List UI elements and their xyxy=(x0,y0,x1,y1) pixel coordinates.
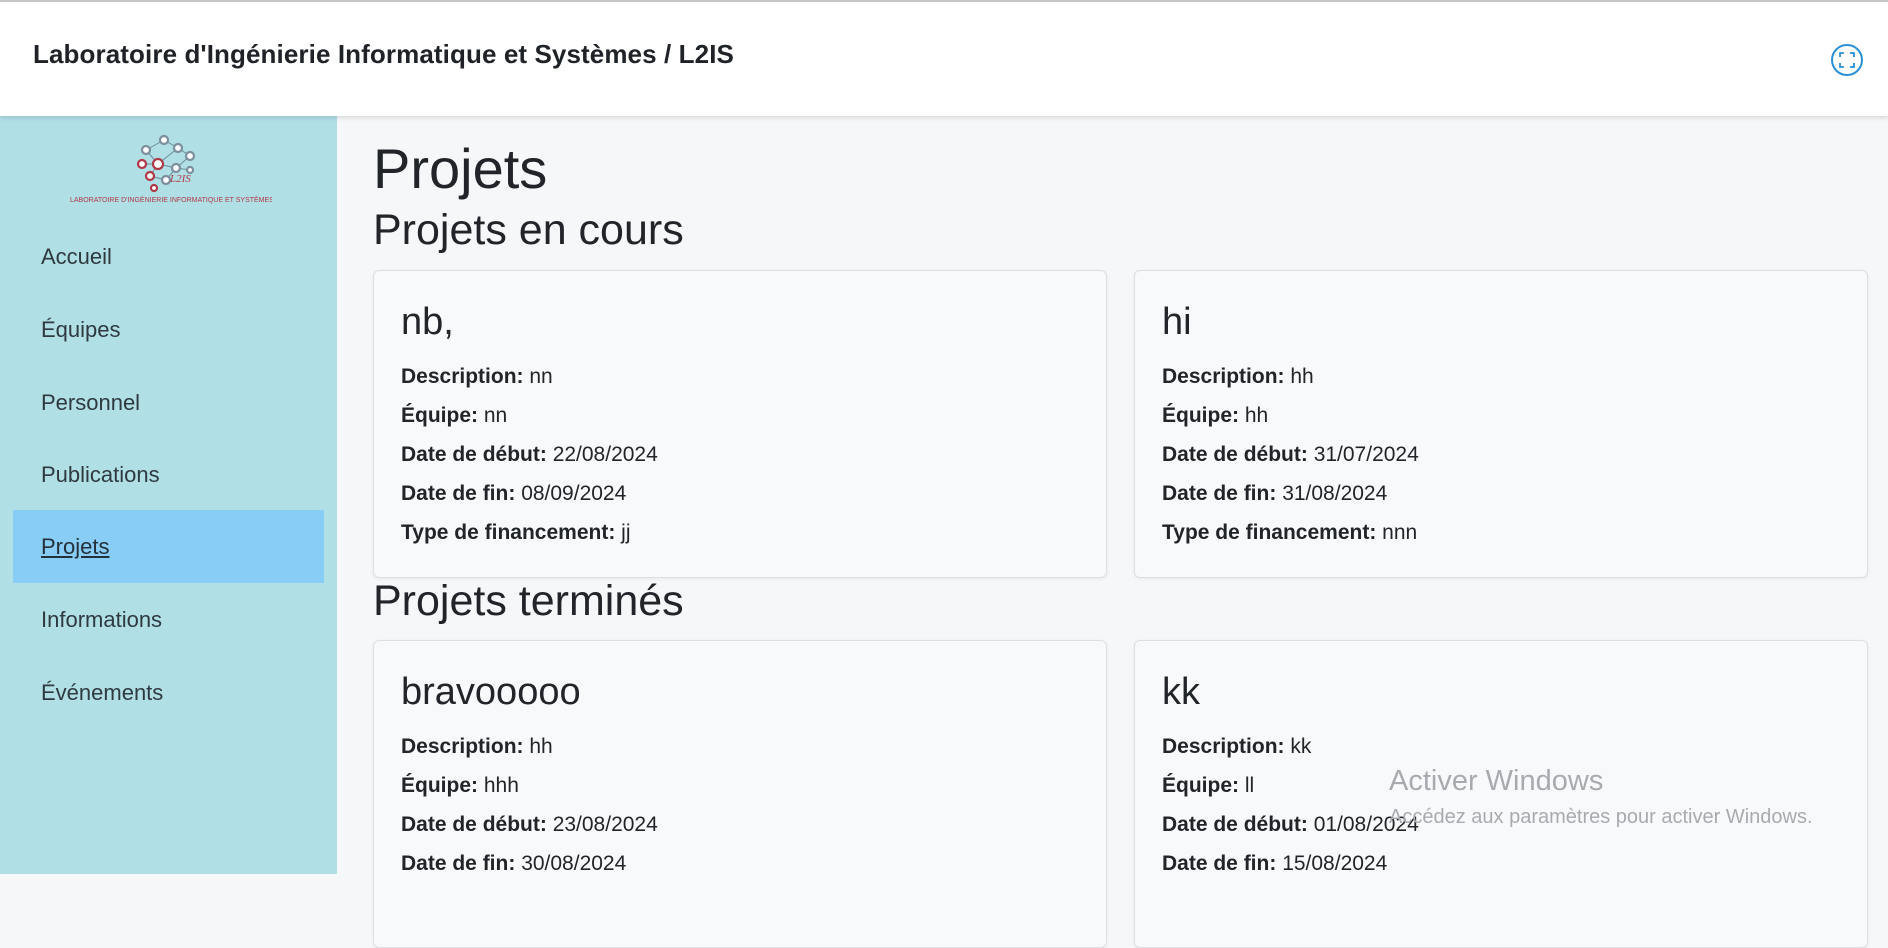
section-title-finished: Projets terminés xyxy=(373,577,684,625)
sidebar-item-evenements[interactable]: Événements xyxy=(13,656,324,729)
project-start-date: Date de début: 01/08/2024 xyxy=(1162,813,1419,836)
project-description: Description: hh xyxy=(1162,365,1314,388)
sidebar-item-projets[interactable]: Projets xyxy=(13,510,324,583)
app-title: Laboratoire d'Ingénierie Informatique et… xyxy=(33,39,734,69)
project-funding: Type de financement: jj xyxy=(401,521,631,544)
project-description: Description: kk xyxy=(1162,735,1312,758)
sidebar-item-equipes[interactable]: Équipes xyxy=(13,293,324,366)
project-start-date: Date de début: 23/08/2024 xyxy=(401,813,658,836)
top-header: Laboratoire d'Ingénierie Informatique et… xyxy=(0,2,1888,116)
project-card: nb, Description: nn Équipe: nn Date de d… xyxy=(373,270,1107,578)
project-end-date: Date de fin: 08/09/2024 xyxy=(401,482,627,505)
svg-text:L2IS: L2IS xyxy=(169,173,191,185)
project-card: bravooooo Description: hh Équipe: hhh Da… xyxy=(373,640,1107,948)
project-name: nb, xyxy=(401,301,454,343)
project-end-date: Date de fin: 15/08/2024 xyxy=(1162,852,1388,875)
project-name: hi xyxy=(1162,301,1192,343)
project-end-date: Date de fin: 30/08/2024 xyxy=(401,852,627,875)
project-end-date: Date de fin: 31/08/2024 xyxy=(1162,482,1388,505)
project-funding: Type de financement: nnn xyxy=(1162,521,1418,544)
project-name: kk xyxy=(1162,671,1200,713)
page-title: Projets xyxy=(373,137,548,200)
lab-logo: L2IS LABORATOIRE D'INGÉNIERIE INFORMATIQ… xyxy=(66,130,274,212)
project-description: Description: nn xyxy=(401,365,553,388)
main-content: Projets Projets en cours nb, Description… xyxy=(337,116,1888,948)
project-start-date: Date de début: 31/07/2024 xyxy=(1162,443,1419,466)
sidebar-item-accueil[interactable]: Accueil xyxy=(13,220,324,293)
fullscreen-button[interactable] xyxy=(1831,44,1863,76)
fullscreen-icon xyxy=(1839,52,1855,68)
svg-text:LABORATOIRE D'INGÉNIERIE INFOR: LABORATOIRE D'INGÉNIERIE INFORMATIQUE ET… xyxy=(70,195,272,204)
project-description: Description: hh xyxy=(401,735,553,758)
project-team: Équipe: ll xyxy=(1162,774,1255,797)
section-title-current: Projets en cours xyxy=(373,206,684,254)
project-team: Équipe: hh xyxy=(1162,404,1269,427)
sidebar-item-personnel[interactable]: Personnel xyxy=(13,366,324,439)
sidebar-item-informations[interactable]: Informations xyxy=(13,583,324,656)
sidebar-item-publications[interactable]: Publications xyxy=(13,438,324,511)
sidebar: L2IS LABORATOIRE D'INGÉNIERIE INFORMATIQ… xyxy=(0,116,337,874)
project-start-date: Date de début: 22/08/2024 xyxy=(401,443,658,466)
project-name: bravooooo xyxy=(401,671,581,713)
project-card: kk Description: kk Équipe: ll Date de dé… xyxy=(1134,640,1868,948)
project-team: Équipe: hhh xyxy=(401,774,519,797)
project-card: hi Description: hh Équipe: hh Date de dé… xyxy=(1134,270,1868,578)
project-team: Équipe: nn xyxy=(401,404,508,427)
